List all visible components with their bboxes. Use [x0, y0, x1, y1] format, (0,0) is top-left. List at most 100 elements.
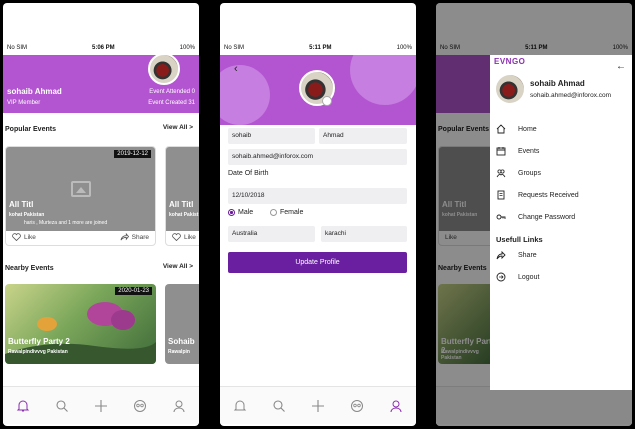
camera-icon[interactable] — [322, 96, 332, 106]
key-icon — [496, 214, 506, 220]
menu-item-share[interactable]: Share — [496, 250, 537, 260]
event-card[interactable]: 2020-01-23 Butterfly Party 2 Rawalpindiv… — [5, 284, 156, 364]
like-label: Like — [184, 233, 196, 241]
image-placeholder-icon — [70, 180, 91, 197]
tab-notifications[interactable] — [233, 399, 247, 413]
events-attended: Event Attended 0 — [149, 89, 195, 95]
tab-profile[interactable] — [172, 399, 186, 413]
bell-icon — [233, 400, 246, 410]
menu-label: Requests Received — [518, 191, 579, 199]
bell-icon — [16, 400, 29, 411]
like-button[interactable]: Like — [12, 233, 36, 241]
tab-bar — [220, 386, 416, 424]
battery-label: 100% — [179, 45, 195, 51]
event-card[interactable]: Sohaib Rawalpin — [165, 284, 199, 364]
tab-groups[interactable] — [350, 399, 364, 413]
event-title: Butterfly Party 2 — [8, 337, 70, 346]
tab-search[interactable] — [272, 399, 286, 413]
update-profile-button[interactable]: Update Profile — [228, 252, 407, 273]
event-location: Rawalpin — [168, 349, 190, 355]
edit-profile-screen: No SIM 5:11 PM 100% ‹ sohaib Ahmad sohai… — [220, 3, 416, 426]
member-badge: VIP Member — [7, 100, 41, 106]
drawer-user-name: sohaib Ahmad — [530, 79, 585, 88]
back-arrow-icon[interactable]: ‹ — [234, 63, 238, 75]
heart-icon — [172, 233, 181, 241]
useful-links-title: Usefull Links — [496, 235, 543, 244]
event-title: All Titl — [9, 200, 34, 209]
home-screen: No SIM 5:06 PM 100% EVNGO sohaib Ahmad V… — [3, 3, 199, 426]
logout-icon — [496, 272, 506, 282]
groups-icon — [351, 399, 364, 412]
close-arrow-icon[interactable]: ← — [616, 61, 626, 72]
like-button[interactable]: Like — [172, 233, 196, 241]
card-actions: Like Share — [6, 229, 155, 245]
event-attendees: haris , Murteza and 1 more are joined — [24, 220, 108, 226]
tab-groups[interactable] — [133, 399, 147, 413]
dob-label: Date Of Birth — [228, 170, 269, 177]
user-icon — [390, 400, 402, 412]
event-date-badge: 2019-12-12 — [114, 150, 151, 158]
tab-bar — [3, 386, 199, 424]
event-location: Rawalpindivvvg Pakistan — [8, 349, 68, 355]
tab-search[interactable] — [55, 399, 69, 413]
event-title: All Titl — [169, 200, 194, 209]
share-label: Share — [131, 233, 149, 241]
city-select[interactable]: karachi — [321, 226, 407, 242]
drawer-user-email: sohaib.ahmed@inforox.com — [530, 92, 612, 99]
event-card[interactable]: 2019-12-12 All Titl kohat Pakistan haris… — [5, 146, 156, 246]
radio-female[interactable]: Female — [270, 209, 303, 216]
last-name-field[interactable]: Ahmad — [319, 128, 407, 144]
card-actions: Like — [166, 229, 199, 245]
share-button[interactable]: Share — [120, 233, 149, 241]
menu-label: Share — [518, 251, 537, 259]
user-icon — [173, 400, 185, 412]
calendar-icon — [496, 147, 506, 156]
event-image — [6, 147, 155, 231]
popular-events-title: Popular Events — [5, 126, 56, 133]
plus-icon — [94, 399, 107, 412]
radio-selected-icon — [228, 209, 235, 216]
email-field[interactable]: sohaib.ahmed@inforox.com — [228, 149, 407, 165]
home-icon — [496, 124, 506, 134]
event-location: kohat Pakist — [169, 212, 199, 218]
radio-unselected-icon — [270, 209, 277, 216]
menu-item-groups[interactable]: Groups — [496, 168, 541, 178]
country-select[interactable]: Australia — [228, 226, 315, 242]
document-icon — [497, 190, 505, 200]
nearby-view-all-link[interactable]: View All > — [163, 263, 193, 270]
avatar[interactable] — [148, 53, 180, 85]
share-icon — [120, 233, 129, 241]
status-time: 5:11 PM — [309, 45, 332, 51]
navigation-drawer: EVNGO ← sohaib Ahmad sohaib.ahmed@inforo… — [490, 55, 632, 390]
tab-add[interactable] — [311, 399, 325, 413]
status-bar: No SIM 5:11 PM 100% — [220, 41, 416, 55]
menu-item-events[interactable]: Events — [496, 146, 539, 156]
battery-label: 100% — [396, 45, 412, 51]
avatar[interactable] — [496, 75, 524, 103]
tab-add[interactable] — [94, 399, 108, 413]
menu-item-change-password[interactable]: Change Password — [496, 212, 575, 222]
radio-male-label: Male — [238, 209, 254, 216]
menu-label: Logout — [518, 273, 540, 281]
dob-field[interactable]: 12/10/2018 — [228, 188, 407, 204]
event-card[interactable]: All Titl kohat Pakist Like — [165, 146, 199, 246]
groups-icon — [496, 169, 506, 178]
first-name-field[interactable]: sohaib — [228, 128, 315, 144]
popular-view-all-link[interactable]: View All > — [163, 124, 193, 131]
carrier-label: No SIM — [224, 45, 245, 51]
user-name: sohaib Ahmad — [7, 87, 62, 96]
menu-label: Groups — [518, 169, 541, 177]
event-location: kohat Pakistan — [9, 212, 45, 218]
radio-male[interactable]: Male — [228, 209, 253, 216]
tab-profile[interactable] — [389, 399, 403, 413]
share-icon — [496, 250, 506, 260]
groups-icon — [134, 399, 147, 412]
tab-notifications[interactable] — [16, 399, 30, 413]
menu-label: Home — [518, 125, 537, 133]
menu-item-logout[interactable]: Logout — [496, 272, 539, 282]
menu-label: Change Password — [518, 213, 576, 221]
carrier-label: No SIM — [7, 45, 28, 51]
menu-item-requests[interactable]: Requests Received — [496, 190, 579, 200]
brand-logo: EVNGO — [494, 57, 526, 66]
menu-item-home[interactable]: Home — [496, 124, 537, 134]
